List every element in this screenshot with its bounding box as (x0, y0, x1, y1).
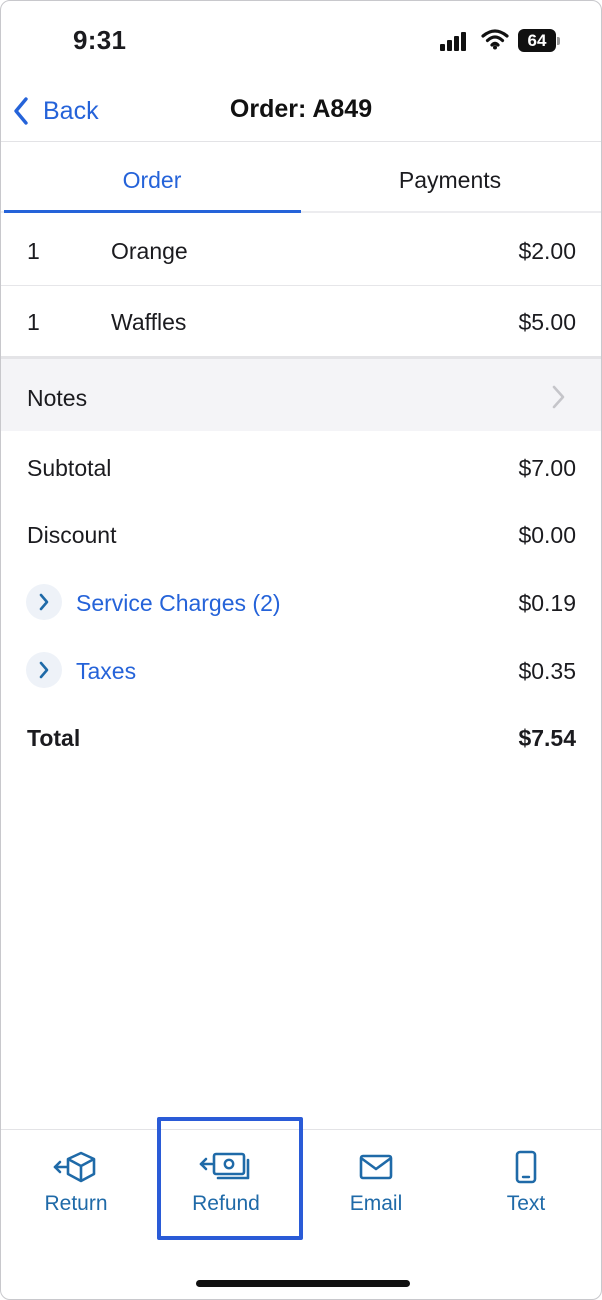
envelope-icon (359, 1154, 393, 1180)
item-price: $2.00 (518, 238, 576, 264)
service-charges-label[interactable]: Service Charges (2) (76, 590, 281, 617)
item-price: $5.00 (518, 309, 576, 335)
navigation-bar: Order: A849 Back (1, 83, 601, 142)
battery-level: 64 (518, 29, 556, 52)
item-name: Waffles (111, 309, 187, 335)
expand-service-charges-button[interactable] (26, 584, 62, 620)
text-label: Text (506, 1192, 546, 1215)
total-amount: $7.54 (518, 725, 576, 751)
active-tab-indicator (4, 210, 301, 213)
text-button[interactable]: Text (451, 1150, 601, 1240)
battery-icon: 64 (518, 29, 560, 52)
notes-row[interactable]: Notes (1, 359, 601, 431)
email-label: Email (349, 1192, 403, 1215)
taxes-amount: $0.35 (518, 658, 576, 684)
order-item-row[interactable]: 1 Orange $2.00 (1, 215, 601, 286)
taxes-row[interactable]: Taxes $0.35 (1, 650, 601, 690)
refund-label: Refund (192, 1192, 260, 1215)
email-button[interactable]: Email (301, 1150, 451, 1240)
bottom-toolbar: Return Refund Email Text (1, 1129, 601, 1299)
chevron-left-icon (14, 97, 28, 125)
wifi-icon (481, 29, 509, 50)
service-charges-amount: $0.19 (518, 590, 576, 616)
refund-cash-icon (199, 1152, 250, 1180)
total-label: Total (27, 725, 81, 751)
return-button[interactable]: Return (1, 1150, 151, 1240)
discount-label: Discount (27, 522, 117, 548)
cellular-signal-icon (440, 32, 466, 51)
refund-button[interactable]: Refund (151, 1150, 301, 1240)
back-button[interactable]: Back (13, 93, 99, 129)
status-bar: 9:31 64 (1, 1, 601, 83)
return-label: Return (44, 1192, 108, 1215)
chevron-right-icon (39, 661, 49, 679)
subtotal-row: Subtotal $7.00 (1, 447, 601, 487)
phone-icon (515, 1150, 537, 1184)
discount-amount: $0.00 (518, 522, 576, 548)
expand-taxes-button[interactable] (26, 652, 62, 688)
notes-label: Notes (27, 385, 88, 411)
tab-order[interactable]: Order (3, 142, 301, 214)
order-item-row[interactable]: 1 Waffles $5.00 (1, 286, 601, 356)
service-charges-row[interactable]: Service Charges (2) $0.19 (1, 582, 601, 622)
item-quantity: 1 (27, 309, 40, 335)
home-indicator (196, 1280, 410, 1287)
item-quantity: 1 (27, 238, 40, 264)
phone-screen: 9:31 64 Order: A849 Back Order Payments … (0, 0, 602, 1300)
taxes-label[interactable]: Taxes (76, 658, 136, 685)
return-box-icon (53, 1151, 96, 1183)
tab-payments[interactable]: Payments (301, 142, 599, 214)
status-time: 9:31 (73, 25, 127, 55)
back-label: Back (43, 96, 99, 125)
total-row: Total $7.54 (1, 717, 601, 757)
item-name: Orange (111, 238, 188, 264)
segment-tabs: Order Payments (1, 142, 601, 214)
subtotal-amount: $7.00 (518, 455, 576, 481)
chevron-right-icon (552, 385, 565, 409)
discount-row: Discount $0.00 (1, 514, 601, 554)
subtotal-label: Subtotal (27, 455, 112, 481)
chevron-right-icon (39, 593, 49, 611)
